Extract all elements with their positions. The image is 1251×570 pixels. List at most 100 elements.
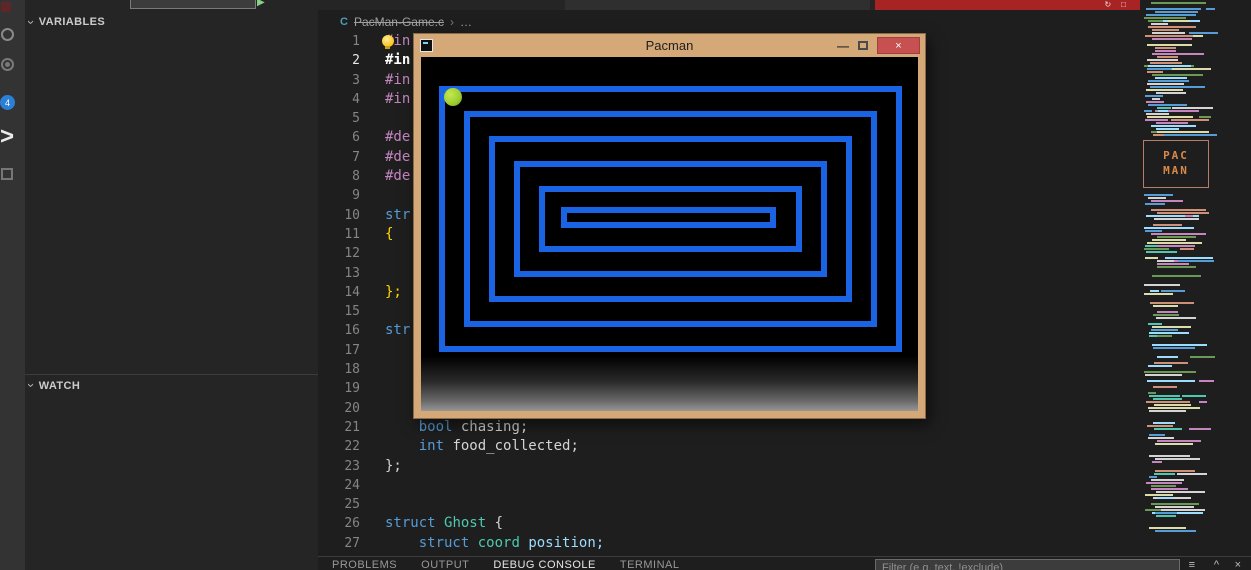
- panel-tab-debug-console[interactable]: DEBUG CONSOLE: [493, 559, 595, 570]
- minimap-row: [1144, 356, 1218, 359]
- stop-icon[interactable]: □: [1121, 1, 1126, 9]
- line-number[interactable]: 19: [318, 379, 360, 398]
- debug-config-dropdown[interactable]: [130, 0, 256, 9]
- line-number[interactable]: 24: [318, 476, 360, 495]
- code-text: struct Ghost {: [385, 515, 504, 532]
- clipped-top-icon[interactable]: [1, 2, 11, 12]
- line-number[interactable]: 12: [318, 244, 360, 263]
- line-number[interactable]: 20: [318, 399, 360, 418]
- chevron-down-icon: ›: [23, 19, 39, 25]
- game-client-area: [421, 57, 918, 411]
- line-number[interactable]: 26: [318, 514, 360, 533]
- debug-start-icon[interactable]: ▶: [257, 0, 265, 8]
- line-number[interactable]: 1: [318, 32, 360, 51]
- debug-sidebar: › VARIABLES › WATCH: [23, 0, 318, 570]
- code-text: };: [385, 283, 402, 300]
- line-number[interactable]: 10: [318, 206, 360, 225]
- code-text: {: [385, 225, 394, 242]
- panel-tab-terminal[interactable]: TERMINAL: [620, 559, 680, 570]
- console-bottom-gradient: [421, 356, 918, 411]
- code-text: #de: [385, 168, 411, 185]
- breadcrumb-more[interactable]: …: [460, 15, 472, 29]
- panel-tab-output[interactable]: OUTPUT: [421, 559, 469, 570]
- extensions-icon[interactable]: [1, 168, 13, 180]
- line-number[interactable]: 9: [318, 186, 360, 205]
- line-number[interactable]: 3: [318, 71, 360, 90]
- variables-label: VARIABLES: [38, 16, 106, 28]
- code-text: #in: [385, 52, 411, 69]
- line-number[interactable]: 11: [318, 225, 360, 244]
- line-number[interactable]: 6: [318, 128, 360, 147]
- variables-section-header[interactable]: › VARIABLES: [23, 11, 318, 33]
- code-line[interactable]: 26 struct Ghost {: [318, 514, 1078, 533]
- line-number[interactable]: 25: [318, 495, 360, 514]
- code-line[interactable]: 27 struct coord position;: [318, 534, 1078, 553]
- code-text: #in: [385, 90, 411, 107]
- window-controls: — ×: [837, 37, 920, 54]
- line-number[interactable]: 7: [318, 148, 360, 167]
- line-number[interactable]: 23: [318, 457, 360, 476]
- chevron-right-icon[interactable]: >: [0, 125, 14, 149]
- watch-label: WATCH: [38, 379, 81, 392]
- code-line[interactable]: 22 int food_collected;: [318, 437, 1078, 456]
- maximize-button[interactable]: [858, 41, 868, 50]
- line-number[interactable]: 8: [318, 167, 360, 186]
- line-number[interactable]: 13: [318, 264, 360, 283]
- line-number[interactable]: 5: [318, 109, 360, 128]
- minimap-art-line: PAC: [1163, 149, 1189, 162]
- panel-tab-bar: PROBLEMSOUTPUTDEBUG CONSOLETERMINAL ≡ ^ …: [318, 556, 1251, 570]
- minimap-pacman-ascii-art: PAC MAN: [1143, 140, 1209, 188]
- restart-icon[interactable]: ↻: [1104, 1, 1111, 9]
- code-line[interactable]: 23};: [318, 457, 1078, 476]
- debug-toolbar-strip: ↻ □: [875, 0, 1140, 10]
- panel-close-icon[interactable]: ×: [1235, 559, 1241, 570]
- code-text: str: [385, 322, 411, 339]
- maze-wall-rect: [561, 207, 776, 228]
- activity-bar: 4 >: [0, 0, 25, 570]
- line-number[interactable]: 22: [318, 437, 360, 456]
- code-line[interactable]: 21 bool chasing;: [318, 418, 1078, 437]
- close-button[interactable]: ×: [877, 37, 920, 54]
- breadcrumb-filename[interactable]: PacMan-Game.c: [354, 15, 444, 29]
- line-number[interactable]: 16: [318, 321, 360, 340]
- minimap-art-line: MAN: [1163, 164, 1189, 177]
- panel-maximize-icon[interactable]: ^: [1214, 559, 1219, 570]
- code-text: int food_collected;: [418, 438, 579, 455]
- line-number[interactable]: 14: [318, 283, 360, 302]
- lightbulb-icon[interactable]: [382, 35, 394, 49]
- game-window-titlebar[interactable]: Pacman — ×: [414, 34, 925, 57]
- minimap-row: [1144, 428, 1218, 431]
- watch-section-header[interactable]: › WATCH: [23, 374, 318, 396]
- line-number[interactable]: 27: [318, 534, 360, 553]
- code-line[interactable]: 25: [318, 495, 1078, 514]
- line-number[interactable]: 2: [318, 51, 360, 70]
- code-text: #de: [385, 129, 411, 146]
- editor-tab[interactable]: [565, 0, 870, 10]
- code-line[interactable]: 24: [318, 476, 1078, 495]
- code-text: #de: [385, 148, 411, 165]
- breadcrumb-separator-icon: ›: [449, 15, 454, 29]
- settings-icon[interactable]: [1, 58, 14, 71]
- chevron-down-icon: ›: [23, 383, 39, 388]
- panel-tab-problems[interactable]: PROBLEMS: [332, 559, 397, 570]
- pacman-game-window: Pacman — ×: [413, 33, 926, 419]
- console-app-icon: [420, 39, 433, 52]
- line-number[interactable]: 21: [318, 418, 360, 437]
- minimap[interactable]: PAC MAN: [1140, 0, 1251, 556]
- account-icon[interactable]: [1, 28, 14, 41]
- minimap-row: [1144, 527, 1218, 530]
- pacman-ball: [444, 88, 462, 106]
- line-number[interactable]: 15: [318, 302, 360, 321]
- minimize-button[interactable]: —: [837, 40, 849, 52]
- debug-console-filter-input[interactable]: [875, 559, 1180, 570]
- line-number[interactable]: 18: [318, 360, 360, 379]
- minimap-row: [1144, 134, 1218, 137]
- code-text: #in: [385, 71, 411, 88]
- code-text: struct coord position;: [418, 534, 605, 551]
- line-number[interactable]: 4: [318, 90, 360, 109]
- code-text: };: [385, 457, 402, 474]
- line-number[interactable]: 17: [318, 341, 360, 360]
- panel-menu-icon[interactable]: ≡: [1189, 559, 1195, 570]
- panel-tabs: PROBLEMS OUTPUT DEBUG CONSOLE TERMINAL: [332, 559, 679, 570]
- code-text: bool chasing;: [418, 418, 529, 435]
